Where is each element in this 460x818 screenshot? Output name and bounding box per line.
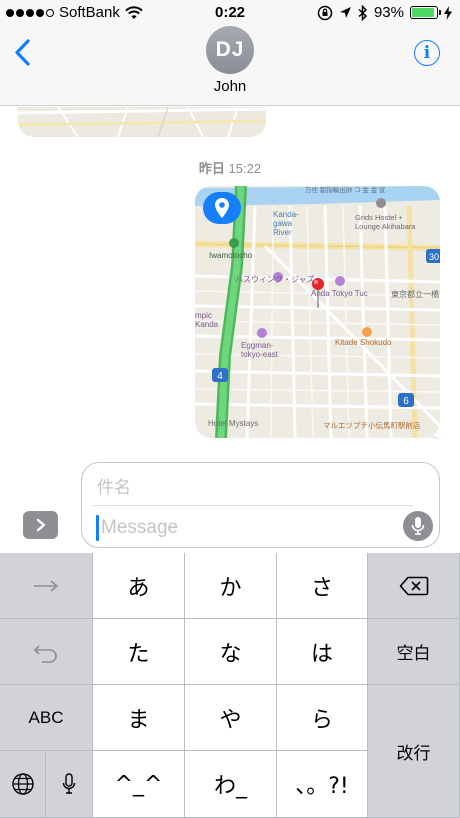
rotation-lock-icon xyxy=(317,5,333,20)
bubble-tail xyxy=(428,424,442,440)
compose-area: 件名 Message xyxy=(0,452,460,553)
timestamp-time: 15:22 xyxy=(228,161,262,176)
key-sa[interactable]: さ xyxy=(277,553,368,619)
timestamp-day: 昨日 xyxy=(198,161,225,176)
map-label-river-0: River xyxy=(273,228,292,237)
emoticon-key[interactable]: ^_^ xyxy=(93,751,185,818)
backspace-icon xyxy=(399,576,428,595)
route-4-label: 4 xyxy=(217,371,223,382)
message-placeholder: Message xyxy=(101,517,179,538)
chevron-right-icon xyxy=(36,518,45,532)
map-pin-icon xyxy=(312,278,324,290)
map-label-eggman-1: Eggman- xyxy=(241,341,274,350)
key-ya[interactable]: や xyxy=(185,685,277,751)
map-label-river-1: Kanda- xyxy=(273,210,299,219)
contact-avatar[interactable]: DJ xyxy=(206,26,254,74)
key-ta[interactable]: た xyxy=(93,619,185,685)
punctuation-key[interactable]: 、。?! xyxy=(277,751,368,818)
text-caret xyxy=(96,515,99,541)
charging-bolt-icon xyxy=(444,5,452,20)
globe-icon xyxy=(11,773,34,795)
route-30-label: 30 xyxy=(429,252,439,262)
info-button[interactable]: i xyxy=(414,40,440,66)
info-icon: i xyxy=(423,43,431,63)
undo-icon xyxy=(33,644,57,663)
message-input[interactable]: Message xyxy=(96,515,178,541)
subject-field[interactable]: 件名 xyxy=(97,473,131,498)
status-right: 93% xyxy=(317,4,452,21)
map-label-station: Iwamotocho xyxy=(209,251,253,260)
japanese-kana-keyboard: あ か さ た な は 空白 ABC ま や ら 改行 ^_^ わ_ 、。?! xyxy=(0,553,460,818)
route-6-label: 6 xyxy=(403,396,409,407)
map-label-olympic-1: mpic xyxy=(195,311,212,320)
map-label-shop: マルエツプチ小伝馬町駅前店 xyxy=(323,420,421,430)
map-label-hostel-2: Lounge Akihabara xyxy=(355,222,416,231)
arrow-right-icon xyxy=(34,579,59,592)
key-ra[interactable]: ら xyxy=(277,685,368,751)
undo-key[interactable] xyxy=(0,619,93,685)
status-bar: SoftBank 0:22 93% xyxy=(0,0,460,26)
location-arrow-icon xyxy=(339,7,351,18)
location-pin-icon xyxy=(215,198,229,218)
bluetooth-icon xyxy=(358,4,368,21)
map-label-pin-place: Anda Tokyo Tuc xyxy=(311,289,368,298)
map-label-hotel: Hotel Mystays xyxy=(208,419,258,428)
previous-map-message[interactable] xyxy=(18,107,266,137)
map-label-river-2: gawa xyxy=(273,219,293,228)
map-label-kitade: Kitade Shokudo xyxy=(335,338,392,347)
map-label-metropolitan: 東京都立一橋 xyxy=(391,289,439,299)
key-na[interactable]: な xyxy=(185,619,277,685)
key-ma[interactable]: ま xyxy=(93,685,185,751)
space-key[interactable]: 空白 xyxy=(368,619,460,685)
map-label-singing: ハスウィング・ジャズ xyxy=(235,274,315,284)
dictation-key[interactable] xyxy=(46,751,93,818)
map-label-olympic-2: Kanda xyxy=(195,320,219,329)
messages-screen: SoftBank 0:22 93% DJ John i 昨日 15:22 4 6… xyxy=(0,0,460,818)
previous-map-image xyxy=(18,107,266,137)
microphone-icon xyxy=(62,773,76,794)
contact-name[interactable]: John xyxy=(0,78,460,95)
message-timestamp: 昨日 15:22 xyxy=(0,158,460,177)
location-map-message[interactable]: 4 6 30 Kanda- gawa River Grids Hostel + … xyxy=(195,186,440,438)
map-image: 4 6 30 Kanda- gawa River Grids Hostel + … xyxy=(195,186,440,438)
compose-divider xyxy=(92,505,413,506)
location-badge xyxy=(203,192,241,224)
map-label-eggman-2: tokyo-east xyxy=(241,350,279,359)
battery-percent: 93% xyxy=(373,4,404,21)
delete-key[interactable] xyxy=(368,553,460,619)
battery-icon xyxy=(410,6,441,19)
key-wa[interactable]: わ_ xyxy=(185,751,277,818)
globe-key[interactable] xyxy=(0,751,46,818)
next-candidate-key[interactable] xyxy=(0,553,93,619)
expand-apps-button[interactable] xyxy=(23,511,58,539)
compose-box: 件名 Message xyxy=(81,462,440,548)
chevron-left-icon xyxy=(15,39,30,66)
key-a[interactable]: あ xyxy=(93,553,185,619)
conversation-header: DJ John i xyxy=(0,26,460,106)
map-label-hostel-1: Grids Hostel + xyxy=(355,213,403,222)
microphone-icon xyxy=(411,517,425,535)
key-ha[interactable]: は xyxy=(277,619,368,685)
key-ka[interactable]: か xyxy=(185,553,277,619)
back-button[interactable] xyxy=(12,36,36,70)
abc-key[interactable]: ABC xyxy=(0,685,93,751)
dictation-button[interactable] xyxy=(403,511,433,541)
battery-level-fill xyxy=(412,8,435,17)
map-label-top: 万住 都指輸出帥 コ 金 金 宣 xyxy=(305,186,386,194)
return-key[interactable]: 改行 xyxy=(368,685,460,818)
